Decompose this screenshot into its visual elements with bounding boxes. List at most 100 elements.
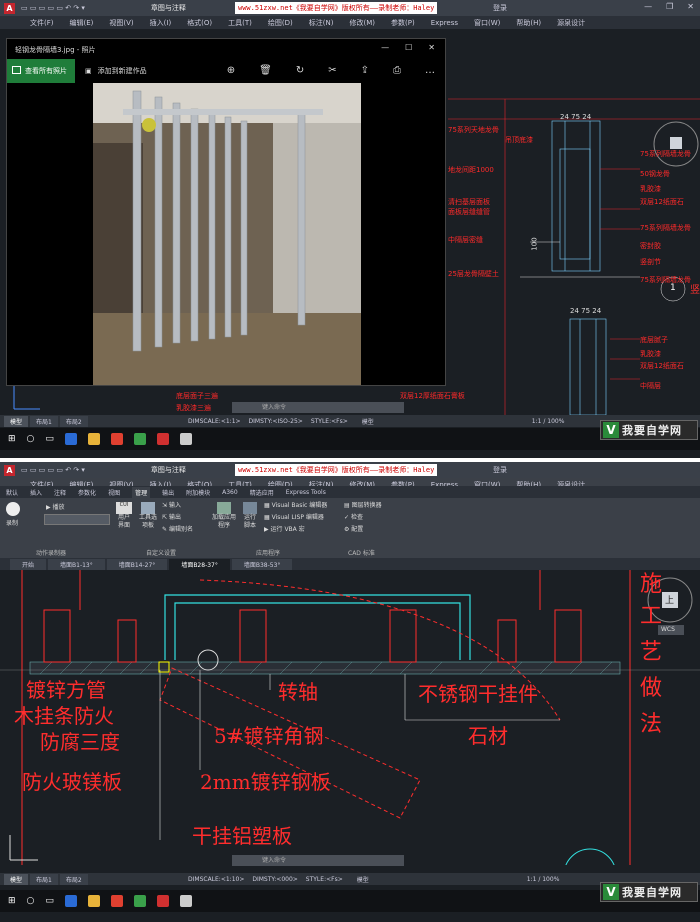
play-control[interactable]: ▶ 播放 [46,502,65,511]
login-link[interactable]: 登录 [493,3,507,13]
photos-taskbar-icon[interactable] [179,895,192,907]
more-icon[interactable]: … [425,65,435,76]
command-line-2[interactable]: 键入命令 [232,855,404,866]
close-icon[interactable]: ✕ [687,2,694,11]
rotate-icon[interactable]: ↻ [296,65,304,76]
import-button[interactable]: ⇲ 输入 [162,500,181,509]
ribbon-tab-7[interactable]: 附加模块 [186,488,210,497]
viewcube-label[interactable]: 上 [665,593,674,606]
task-view-icon[interactable]: ▭ [45,434,54,444]
photos-viewer-window[interactable]: 轻钢龙骨隔墙3.jpg - 照片 — ☐ ✕ 查看所有照片 ▣ 添加到新建作品 ⊕ 🗑… [6,38,446,386]
ribbon-tab-9[interactable]: 精选应用 [250,488,274,497]
view-all-photos-button[interactable]: 查看所有照片 [7,59,75,83]
ribbon-tab-1[interactable]: 插入 [30,488,42,497]
vb-editor-button[interactable]: ▦ Visual Basic 编辑器 [264,500,327,509]
ribbon-tab-6[interactable]: 输出 [162,488,174,497]
window-controls[interactable]: — ❐ ✕ [644,2,694,11]
delete-icon[interactable]: 🗑︎ [259,65,272,76]
model-space-toggle[interactable]: 模型 [362,417,374,426]
menu-item-4[interactable]: 格式(O) [187,18,212,28]
menu-item-1[interactable]: 编辑(E) [70,18,94,28]
file-tab-1[interactable]: 墙面B1-13° [48,558,105,570]
explorer-icon[interactable] [87,433,100,445]
menu-item-5[interactable]: 工具(T) [228,18,252,28]
run-script-button[interactable]: 运行脚本 [242,502,258,530]
layer-converter-button[interactable]: ▤ 图层转换器 [344,500,382,509]
autocad-taskbar-icon[interactable] [156,433,169,445]
autocad-logo-icon[interactable]: A [4,464,15,476]
add-to-creation-button[interactable]: ▣ 添加到新建作品 [85,66,147,76]
restore-icon[interactable]: ❐ [666,2,673,11]
menu-item-2[interactable]: 视图(V) [109,18,133,28]
chrome-icon[interactable] [110,433,123,445]
login-link[interactable]: 登录 [493,465,507,475]
zoom-icon[interactable]: ⊕ [227,65,235,76]
file-tab-3[interactable]: 墙面B28-37° [169,558,230,570]
file-tab-4[interactable]: 墙面B38-53° [231,558,293,570]
menu-item-8[interactable]: 修改(M) [349,18,375,28]
run-vba-label: 运行 VBA 宏 [270,526,305,533]
windows-start-icon[interactable]: ⊞ [8,896,16,906]
ribbon-tab-5[interactable]: 管理 [132,486,151,498]
edit-alias-button[interactable]: ✎ 编辑别名 [162,524,193,533]
app-icon[interactable] [133,895,146,907]
wcs-label[interactable]: WCS [661,626,675,633]
explorer-icon[interactable] [87,895,100,907]
menu-item-13[interactable]: 源泉设计 [557,18,585,28]
user-interface-button[interactable]: CUI 用户界面 [116,502,134,530]
print-icon[interactable]: ⎙ [393,65,401,76]
menu-item-3[interactable]: 插入(I) [150,18,172,28]
menu-item-6[interactable]: 绘图(D) [268,18,293,28]
configure-button[interactable]: ⚙ 配置 [344,524,363,533]
command-line[interactable]: 键入命令 [232,402,404,413]
ribbon-tab-2[interactable]: 注释 [54,488,66,497]
menu-item-7[interactable]: 标注(N) [309,18,334,28]
menu-item-11[interactable]: 窗口(W) [474,18,500,28]
load-app-button[interactable]: 加载应用程序 [212,502,236,530]
run-vba-button[interactable]: ▶ 运行 VBA 宏 [264,524,305,533]
edge-icon[interactable] [64,895,77,907]
edit-icon[interactable]: ✂ [328,65,336,76]
vlisp-editor-button[interactable]: ▦ Visual LISP 编辑器 [264,512,324,521]
chrome-icon[interactable] [110,895,123,907]
search-icon[interactable]: ○ [27,434,35,444]
menu-item-9[interactable]: 参数(P) [391,18,415,28]
photos-taskbar-icon[interactable] [179,433,192,445]
ribbon-tab-10[interactable]: Express Tools [286,489,326,496]
cad-label-1: 地龙间距1000 [448,166,494,174]
minimize-icon[interactable]: — [644,2,652,11]
photos-minimize-icon[interactable]: — [381,43,389,52]
model-space-toggle[interactable]: 模型 [357,875,369,884]
tool-palette-button[interactable]: 工具选项板 [138,502,158,530]
macro-dropdown[interactable] [44,514,110,525]
record-button-icon[interactable] [6,502,20,516]
ribbon-tab-8[interactable]: A360 [222,489,238,496]
annotation-scale[interactable]: 1:1 / 100% [532,418,565,425]
photos-maximize-icon[interactable]: ☐ [405,43,412,52]
edge-icon[interactable] [64,433,77,445]
quick-access-icons[interactable]: ▭ ▭ ▭ ▭ ▭ ↶ ↷ ▾ [21,4,85,12]
export-button[interactable]: ⇱ 输出 [162,512,181,521]
ribbon-tab-0[interactable]: 默认 [6,488,18,497]
app-icon[interactable] [133,433,146,445]
search-icon[interactable]: ○ [27,896,35,906]
menu-item-10[interactable]: Express [431,19,458,27]
photos-close-icon[interactable]: ✕ [428,43,435,52]
annotation-scale[interactable]: 1:1 / 100% [527,876,560,883]
ribbon-tab-4[interactable]: 视图 [108,488,120,497]
check-button[interactable]: ✓ 检查 [344,512,363,521]
task-view-icon[interactable]: ▭ [45,896,54,906]
ribbon-tab-3[interactable]: 参数化 [78,488,96,497]
menu-item-0[interactable]: 文件(F) [30,18,54,28]
autocad-taskbar-icon[interactable] [156,895,169,907]
file-tab-0[interactable]: 开始 [10,558,47,570]
share-icon[interactable]: ⇪ [361,65,369,76]
autocad-logo-icon[interactable]: A [4,2,15,14]
drawing-canvas-2[interactable]: 上 WCS 镀锌方管 木挂条防火 防腐三度 防火玻镁板 转轴 5#镀锌角钢 2m… [0,570,700,865]
menu-item-12[interactable]: 帮助(H) [516,18,541,28]
windows-start-icon[interactable]: ⊞ [8,434,16,444]
file-tab-2[interactable]: 墙面B14-27° [106,558,168,570]
cad-label-5: 25层龙骨隔壁土 [448,270,499,278]
user-iface-label: 用户界面 [117,514,130,529]
quick-access-icons[interactable]: ▭ ▭ ▭ ▭ ▭ ↶ ↷ ▾ [21,466,85,474]
